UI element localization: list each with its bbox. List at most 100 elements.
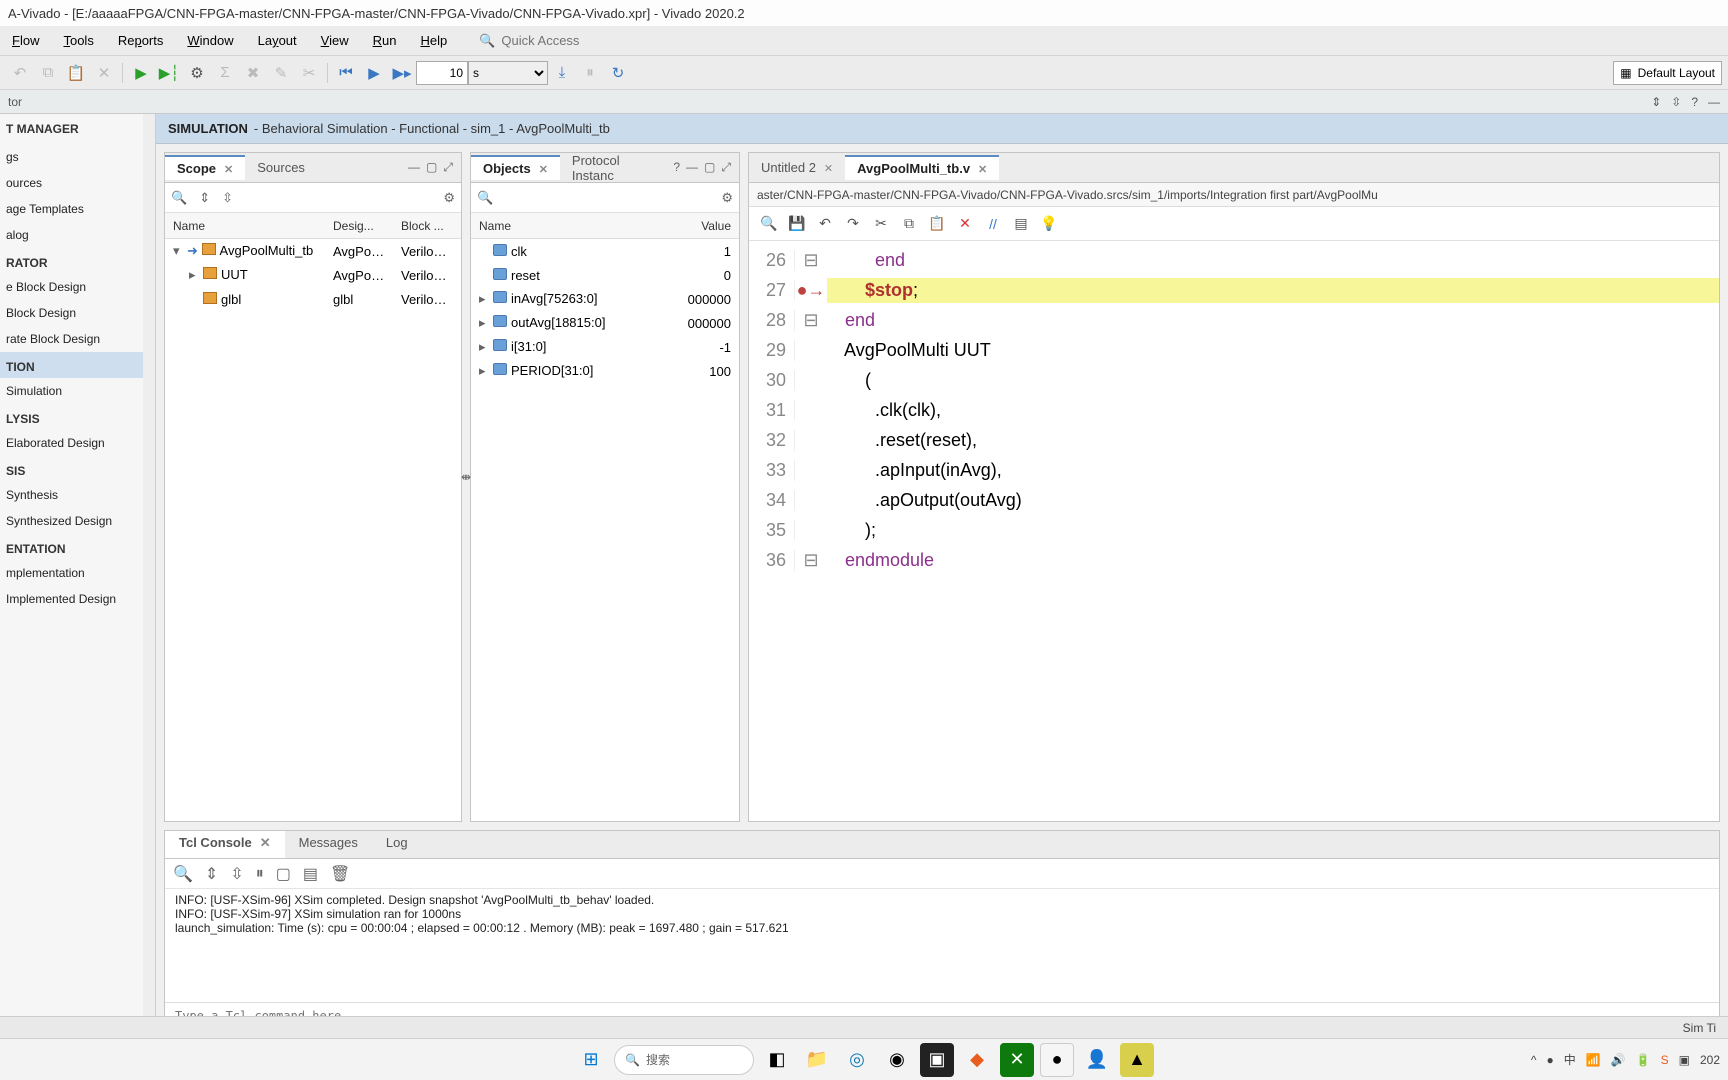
menu-view[interactable]: View [309,33,361,48]
scope-row[interactable]: ▾➜ AvgPoolMulti_tbAvgPoolMVerilog Mo [165,239,461,263]
sigma-icon[interactable]: Σ [211,59,239,87]
restart-icon[interactable]: ⏮ [332,59,360,87]
pause-icon[interactable]: ⏸ [256,865,264,883]
nav-item[interactable]: ources [0,170,155,196]
close-icon[interactable]: ✕ [539,164,548,176]
menu-layout[interactable]: Layout [246,33,309,48]
nav-category[interactable]: LYSIS [0,404,155,430]
help-icon[interactable]: ? [673,160,680,175]
comment-icon[interactable]: // [979,210,1007,238]
nav-item[interactable]: mplementation [0,560,155,586]
taskbar-search[interactable]: 🔍 搜索 [614,1045,754,1075]
menu-tools[interactable]: Tools [51,33,105,48]
maximize-icon[interactable]: ⤢ [721,160,731,175]
col-name[interactable]: Name [471,219,675,233]
gear-icon[interactable]: ⚙ [443,190,455,206]
pause-icon[interactable]: ⏸ [576,59,604,87]
nav-category[interactable]: RATOR [0,248,155,274]
nav-item[interactable]: gs [0,144,155,170]
expand-icon[interactable]: ⇳ [1671,95,1681,109]
paste-icon[interactable]: 📋 [62,59,90,87]
nav-item[interactable]: age Templates [0,196,155,222]
col-block[interactable]: Block ... [393,219,461,233]
tab-scope[interactable]: Scope✕ [165,155,245,180]
copy-icon[interactable]: ⧉ [895,210,923,238]
console-output[interactable]: INFO: [USF-XSim-96] XSim completed. Desi… [165,889,1719,1002]
delete-icon[interactable]: ✕ [90,59,118,87]
format-icon[interactable]: ▤ [1007,210,1035,238]
nav-item[interactable]: Elaborated Design [0,430,155,456]
nav-category[interactable]: ENTATION [0,534,155,560]
restore-icon[interactable]: ▢ [426,160,437,175]
close-icon[interactable]: ✕ [260,835,271,850]
nav-item[interactable]: Synthesis [0,482,155,508]
minimize-icon[interactable]: — [686,160,698,175]
edit-icon[interactable]: ✎ [267,59,295,87]
delete-icon[interactable]: ✕ [951,210,979,238]
scope-row[interactable]: ▸UUTAvgPoolMVerilog Mo [165,263,461,287]
app-icon-1[interactable]: ▣ [920,1043,954,1077]
object-row[interactable]: ▸inAvg[75263:0]000000 [471,287,739,311]
object-row[interactable]: ▸i[31:0]-1 [471,335,739,359]
volume-icon[interactable]: 🔊 [1611,1053,1626,1067]
layout-selector[interactable]: ▦ Default Layout [1613,61,1722,85]
close-icon[interactable]: ✕ [224,164,233,176]
close-icon[interactable]: ✕ [824,163,833,175]
redo-icon[interactable]: ↷ [839,210,867,238]
bulb-icon[interactable]: 💡 [1035,210,1063,238]
col-value[interactable]: Value [675,219,739,233]
xbox-icon[interactable]: ✕ [1000,1043,1034,1077]
app-icon-2[interactable]: ◆ [960,1043,994,1077]
tab-objects[interactable]: Objects✕ [471,155,560,180]
search-icon[interactable]: 🔍 [171,190,187,206]
col-name[interactable]: Name [165,219,325,233]
save-icon[interactable]: 💾 [783,210,811,238]
app-icon-3[interactable]: ● [1040,1043,1074,1077]
object-row[interactable]: reset0 [471,263,739,287]
collapse-icon[interactable]: ⇕ [205,864,218,884]
wrap-icon[interactable]: ▤ [303,864,318,884]
reload-icon[interactable]: ↻ [604,59,632,87]
maximize-icon[interactable]: ⤢ [443,160,453,175]
tab-log[interactable]: Log [372,831,422,858]
gear-icon[interactable]: ⚙ [721,190,733,206]
collapse-all-icon[interactable]: ⇕ [199,190,210,206]
cancel-icon[interactable]: ✖ [239,59,267,87]
avatar-icon[interactable]: 👤 [1080,1043,1114,1077]
nav-item[interactable]: Implemented Design [0,586,155,612]
nav-category[interactable]: SIS [0,456,155,482]
sim-time-input[interactable] [416,61,468,85]
menu-run[interactable]: Run [361,33,409,48]
nav-category[interactable]: TION [0,352,155,378]
minimize-icon[interactable]: — [1708,95,1720,109]
expand-all-icon[interactable]: ⇳ [222,190,233,206]
wifi-icon[interactable]: 📶 [1586,1053,1601,1067]
restore-icon[interactable]: ▢ [704,160,715,175]
edge-icon[interactable]: ◎ [840,1043,874,1077]
ime-icon[interactable]: 中 [1564,1051,1576,1068]
chrome-icon[interactable]: ◉ [880,1043,914,1077]
object-row[interactable]: ▸PERIOD[31:0]100 [471,359,739,383]
col-design[interactable]: Desig... [325,219,393,233]
tab-sources[interactable]: Sources [245,156,317,179]
battery-icon[interactable]: 🔋 [1636,1053,1651,1067]
run-step-icon[interactable]: ▶┆ [155,59,183,87]
explorer-icon[interactable]: 📁 [800,1043,834,1077]
task-view-icon[interactable]: ◧ [760,1043,794,1077]
scope-row[interactable]: glblglblVerilog Mo [165,287,461,311]
nav-item[interactable]: e Block Design [0,274,155,300]
undo-icon[interactable]: ↶ [811,210,839,238]
menu-window[interactable]: Window [175,33,245,48]
nav-item[interactable]: Synthesized Design [0,508,155,534]
menu-flow[interactable]: Flow [0,33,51,48]
system-tray[interactable]: ^ ● 中 📶 🔊 🔋 S ▣ 202 [1531,1051,1720,1068]
menu-reports[interactable]: Reports [106,33,176,48]
copy-icon[interactable]: ⧉ [34,59,62,87]
play-to-icon[interactable]: ▶▸ [388,59,416,87]
nav-item[interactable]: alog [0,222,155,248]
resize-handle-icon[interactable]: ⇼ [461,470,471,484]
tray-s-icon[interactable]: S [1661,1053,1669,1067]
help-icon[interactable]: ? [1691,95,1698,109]
menu-help[interactable]: Help [408,33,459,48]
tab-tcl[interactable]: Tcl Console✕ [165,831,285,858]
